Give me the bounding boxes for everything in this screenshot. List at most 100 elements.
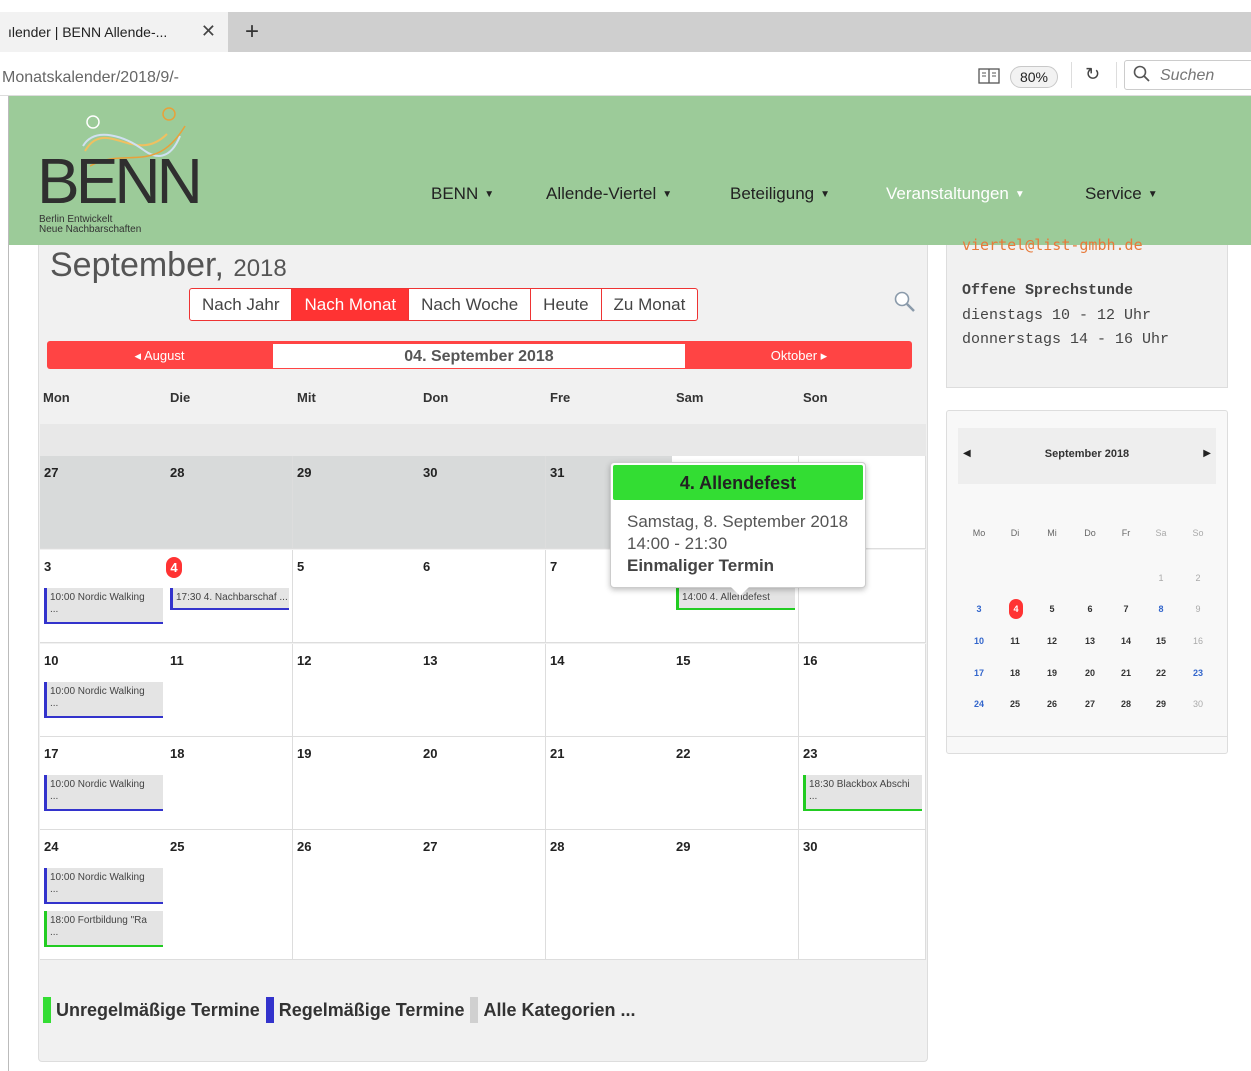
mini-day[interactable]: 9 (1186, 604, 1210, 614)
month-navigation: ◂ August 04. September 2018 Oktober ▸ (47, 341, 912, 369)
nav-service[interactable]: Service ▼ (1085, 184, 1158, 204)
mini-day[interactable]: 10 (967, 636, 991, 646)
new-tab-button[interactable]: + (245, 18, 259, 46)
reload-icon[interactable]: ↻ (1085, 64, 1100, 85)
day-number: 19 (297, 746, 312, 761)
day-cell[interactable]: 5 (293, 550, 420, 643)
mini-day[interactable]: 8 (1149, 604, 1173, 614)
day-cell[interactable]: 27 (40, 456, 167, 549)
weekday-header: Sam (676, 390, 704, 405)
event-item[interactable]: 18:30 Blackbox Abschi... (803, 775, 922, 811)
day-cell[interactable]: 4 17:30 4. Nachbarschaf ... (166, 550, 293, 643)
day-cell[interactable]: 3 10:00 Nordic Walking... (40, 550, 167, 643)
day-number: 13 (423, 653, 438, 668)
day-cell[interactable]: 19 (293, 737, 420, 830)
mini-day-today[interactable]: 4 (1009, 599, 1023, 619)
day-cell[interactable]: 25 (166, 830, 293, 960)
event-item[interactable]: 17:30 4. Nachbarschaf ... (170, 588, 289, 610)
nav-benn[interactable]: BENN ▼ (431, 184, 494, 204)
mini-day[interactable]: 13 (1078, 636, 1102, 646)
search-icon[interactable] (893, 290, 917, 314)
day-cell[interactable]: 23 18:30 Blackbox Abschi... (799, 737, 926, 830)
day-cell[interactable]: 21 (546, 737, 673, 830)
event-item[interactable]: 10:00 Nordic Walking... (44, 588, 163, 624)
mini-day[interactable]: 6 (1078, 604, 1102, 614)
mini-day[interactable]: 30 (1186, 699, 1210, 709)
day-cell[interactable]: 6 (419, 550, 546, 643)
day-cell[interactable]: 26 (293, 830, 420, 960)
zoom-level[interactable]: 80% (1010, 66, 1058, 88)
url-field[interactable]: Monatskalender/2018/9/- (2, 69, 179, 87)
day-number: 25 (170, 839, 185, 854)
mini-day[interactable]: 20 (1078, 668, 1102, 678)
day-cell[interactable]: 17 10:00 Nordic Walking... (40, 737, 167, 830)
view-week-button[interactable]: Nach Woche (408, 289, 530, 320)
mini-day[interactable]: 12 (1040, 636, 1064, 646)
nav-beteiligung[interactable]: Beteiligung ▼ (730, 184, 830, 204)
day-cell[interactable]: 11 (166, 644, 293, 737)
day-cell[interactable]: 30 (799, 830, 926, 960)
mini-day[interactable]: 21 (1114, 668, 1138, 678)
event-item[interactable]: 10:00 Nordic Walking... (44, 682, 163, 718)
nav-allende-viertel[interactable]: Allende-Viertel ▼ (546, 184, 672, 204)
legend-item-regular[interactable]: Regelmäßige Termine (265, 997, 464, 1023)
mini-day[interactable]: 24 (967, 699, 991, 709)
legend-item-irregular[interactable]: Unregelmäßige Termine (43, 997, 260, 1023)
day-cell[interactable]: 30 (419, 456, 546, 549)
browser-tab[interactable]: ılender | BENN Allende-... ✕ (0, 12, 228, 52)
mini-day[interactable]: 16 (1186, 636, 1210, 646)
mini-day[interactable]: 14 (1114, 636, 1138, 646)
day-cell[interactable]: 18 (166, 737, 293, 830)
day-cell[interactable]: 22 (672, 737, 799, 830)
mini-weekday: Mo (972, 528, 986, 538)
day-cell[interactable]: 16 (799, 644, 926, 737)
logo-text[interactable]: BENN (37, 144, 203, 218)
mini-day[interactable]: 11 (1003, 636, 1027, 646)
day-number: 6 (423, 559, 431, 574)
mini-day[interactable]: 22 (1149, 668, 1173, 678)
reader-view-icon[interactable] (978, 68, 1000, 84)
event-item[interactable]: 10:00 Nordic Walking... (44, 868, 163, 904)
mini-day[interactable]: 2 (1186, 573, 1210, 583)
day-cell[interactable]: 28 (166, 456, 293, 549)
mini-day[interactable]: 5 (1040, 604, 1064, 614)
contact-email[interactable]: viertel@list-gmbh.de (962, 236, 1143, 254)
mini-day[interactable]: 7 (1114, 604, 1138, 614)
day-cell[interactable]: 28 (546, 830, 673, 960)
mini-day[interactable]: 26 (1040, 699, 1064, 709)
day-cell[interactable]: 27 (419, 830, 546, 960)
day-cell[interactable]: 10 10:00 Nordic Walking... (40, 644, 167, 737)
day-cell[interactable]: 29 (672, 830, 799, 960)
day-cell[interactable]: 14 (546, 644, 673, 737)
day-cell[interactable]: 15 (672, 644, 799, 737)
mini-day[interactable]: 29 (1149, 699, 1173, 709)
mini-next-icon[interactable]: ▶ (1203, 448, 1211, 459)
event-item[interactable]: 10:00 Nordic Walking... (44, 775, 163, 811)
browser-search-input[interactable]: Suchen (1124, 60, 1251, 90)
legend-item-all[interactable]: Alle Kategorien ... (470, 997, 636, 1023)
mini-day[interactable]: 28 (1114, 699, 1138, 709)
mini-day[interactable]: 27 (1078, 699, 1102, 709)
event-item[interactable]: 18:00 Fortbildung "Ra... (44, 911, 163, 947)
mini-day[interactable]: 3 (967, 604, 991, 614)
mini-day[interactable]: 18 (1003, 668, 1027, 678)
prev-month-link[interactable]: ◂ August (47, 341, 272, 369)
close-icon[interactable]: ✕ (201, 21, 216, 42)
day-cell[interactable]: 24 10:00 Nordic Walking... 18:00 Fortbil… (40, 830, 167, 960)
day-cell[interactable]: 13 (419, 644, 546, 737)
today-button[interactable]: Heute (530, 289, 600, 320)
next-month-link[interactable]: Oktober ▸ (686, 341, 912, 369)
mini-day[interactable]: 23 (1186, 668, 1210, 678)
nav-veranstaltungen[interactable]: Veranstaltungen ▼ (886, 184, 1025, 204)
mini-day[interactable]: 17 (967, 668, 991, 678)
mini-day[interactable]: 1 (1149, 573, 1173, 583)
goto-month-button[interactable]: Zu Monat (600, 289, 698, 320)
day-cell[interactable]: 12 (293, 644, 420, 737)
mini-day[interactable]: 25 (1003, 699, 1027, 709)
mini-day[interactable]: 19 (1040, 668, 1064, 678)
mini-day[interactable]: 15 (1149, 636, 1173, 646)
view-year-button[interactable]: Nach Jahr (190, 289, 291, 320)
day-cell[interactable]: 29 (293, 456, 420, 549)
day-cell[interactable]: 20 (419, 737, 546, 830)
view-month-button[interactable]: Nach Monat (291, 289, 409, 320)
